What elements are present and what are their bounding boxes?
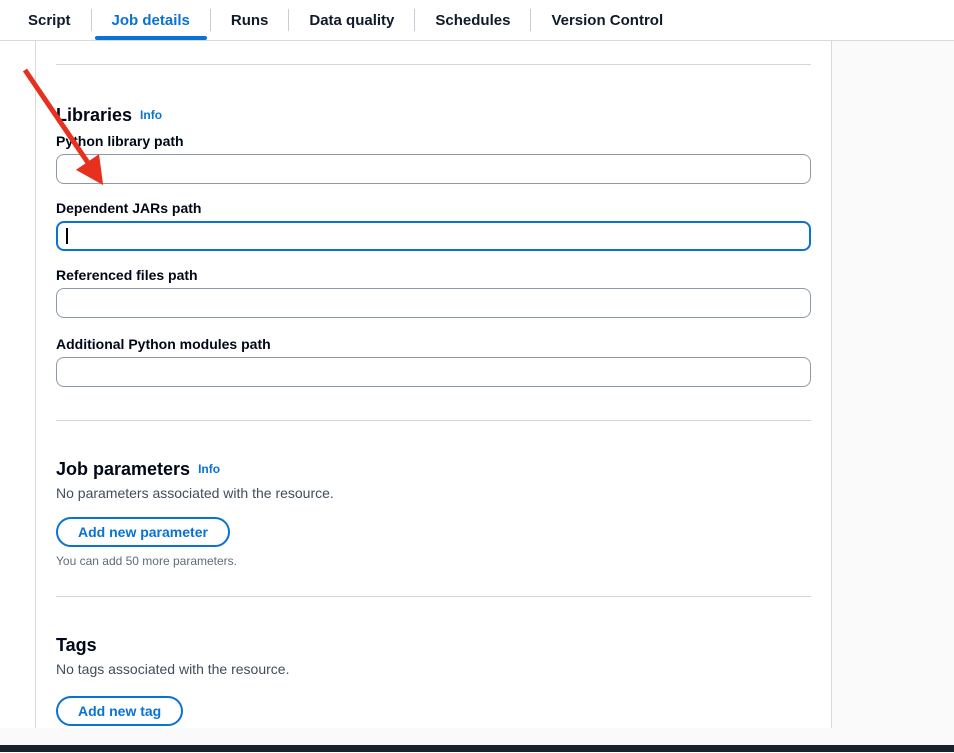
job-parameters-hint-text: You can add 50 more parameters. bbox=[56, 554, 811, 568]
add-new-parameter-button[interactable]: Add new parameter bbox=[56, 517, 230, 547]
footer-strip bbox=[0, 728, 954, 745]
libraries-title: Libraries bbox=[56, 105, 132, 125]
tags-section: Tags No tags associated with the resourc… bbox=[56, 634, 811, 726]
tab-data-quality[interactable]: Data quality bbox=[289, 0, 414, 40]
job-parameters-empty-text: No parameters associated with the resour… bbox=[56, 485, 811, 502]
dependent-jars-path-label: Dependent JARs path bbox=[56, 200, 811, 217]
tab-job-details[interactable]: Job details bbox=[92, 0, 210, 40]
section-divider bbox=[56, 596, 811, 597]
tab-schedules-label: Schedules bbox=[435, 12, 510, 29]
additional-python-modules-path-label: Additional Python modules path bbox=[56, 336, 811, 353]
job-parameters-section: Job parameters Info No parameters associa… bbox=[56, 458, 811, 568]
tab-script[interactable]: Script bbox=[28, 0, 91, 40]
right-gutter bbox=[832, 41, 954, 728]
job-details-panel: Libraries Info Python library path Depend… bbox=[35, 41, 832, 728]
bottom-bar bbox=[0, 745, 954, 752]
job-parameters-heading: Job parameters Info bbox=[56, 458, 811, 480]
python-library-path-input[interactable] bbox=[56, 154, 811, 184]
job-parameters-title: Job parameters bbox=[56, 459, 190, 479]
tab-bar: Script Job details Runs Data quality Sch… bbox=[0, 0, 954, 41]
tab-runs[interactable]: Runs bbox=[211, 0, 289, 40]
tab-runs-label: Runs bbox=[231, 12, 269, 29]
referenced-files-path-label: Referenced files path bbox=[56, 267, 811, 284]
tab-version-control-label: Version Control bbox=[551, 12, 663, 29]
tab-script-label: Script bbox=[28, 12, 71, 29]
additional-python-modules-path-input[interactable] bbox=[56, 357, 811, 387]
libraries-heading: Libraries Info bbox=[56, 104, 811, 126]
libraries-info-link[interactable]: Info bbox=[140, 108, 162, 122]
job-parameters-info-link[interactable]: Info bbox=[198, 462, 220, 476]
tags-title: Tags bbox=[56, 635, 97, 655]
tab-data-quality-label: Data quality bbox=[309, 12, 394, 29]
add-new-tag-button[interactable]: Add new tag bbox=[56, 696, 183, 726]
text-cursor bbox=[66, 228, 68, 244]
python-library-path-label: Python library path bbox=[56, 133, 811, 150]
tab-version-control[interactable]: Version Control bbox=[531, 0, 683, 40]
section-divider bbox=[56, 420, 811, 421]
tab-schedules[interactable]: Schedules bbox=[415, 0, 530, 40]
tags-heading: Tags bbox=[56, 634, 811, 656]
tab-job-details-label: Job details bbox=[112, 12, 190, 29]
referenced-files-path-input[interactable] bbox=[56, 288, 811, 318]
section-divider bbox=[56, 64, 811, 65]
dependent-jars-path-input[interactable] bbox=[56, 221, 811, 251]
libraries-section: Libraries Info Python library path Depend… bbox=[56, 104, 811, 387]
tags-empty-text: No tags associated with the resource. bbox=[56, 661, 811, 678]
